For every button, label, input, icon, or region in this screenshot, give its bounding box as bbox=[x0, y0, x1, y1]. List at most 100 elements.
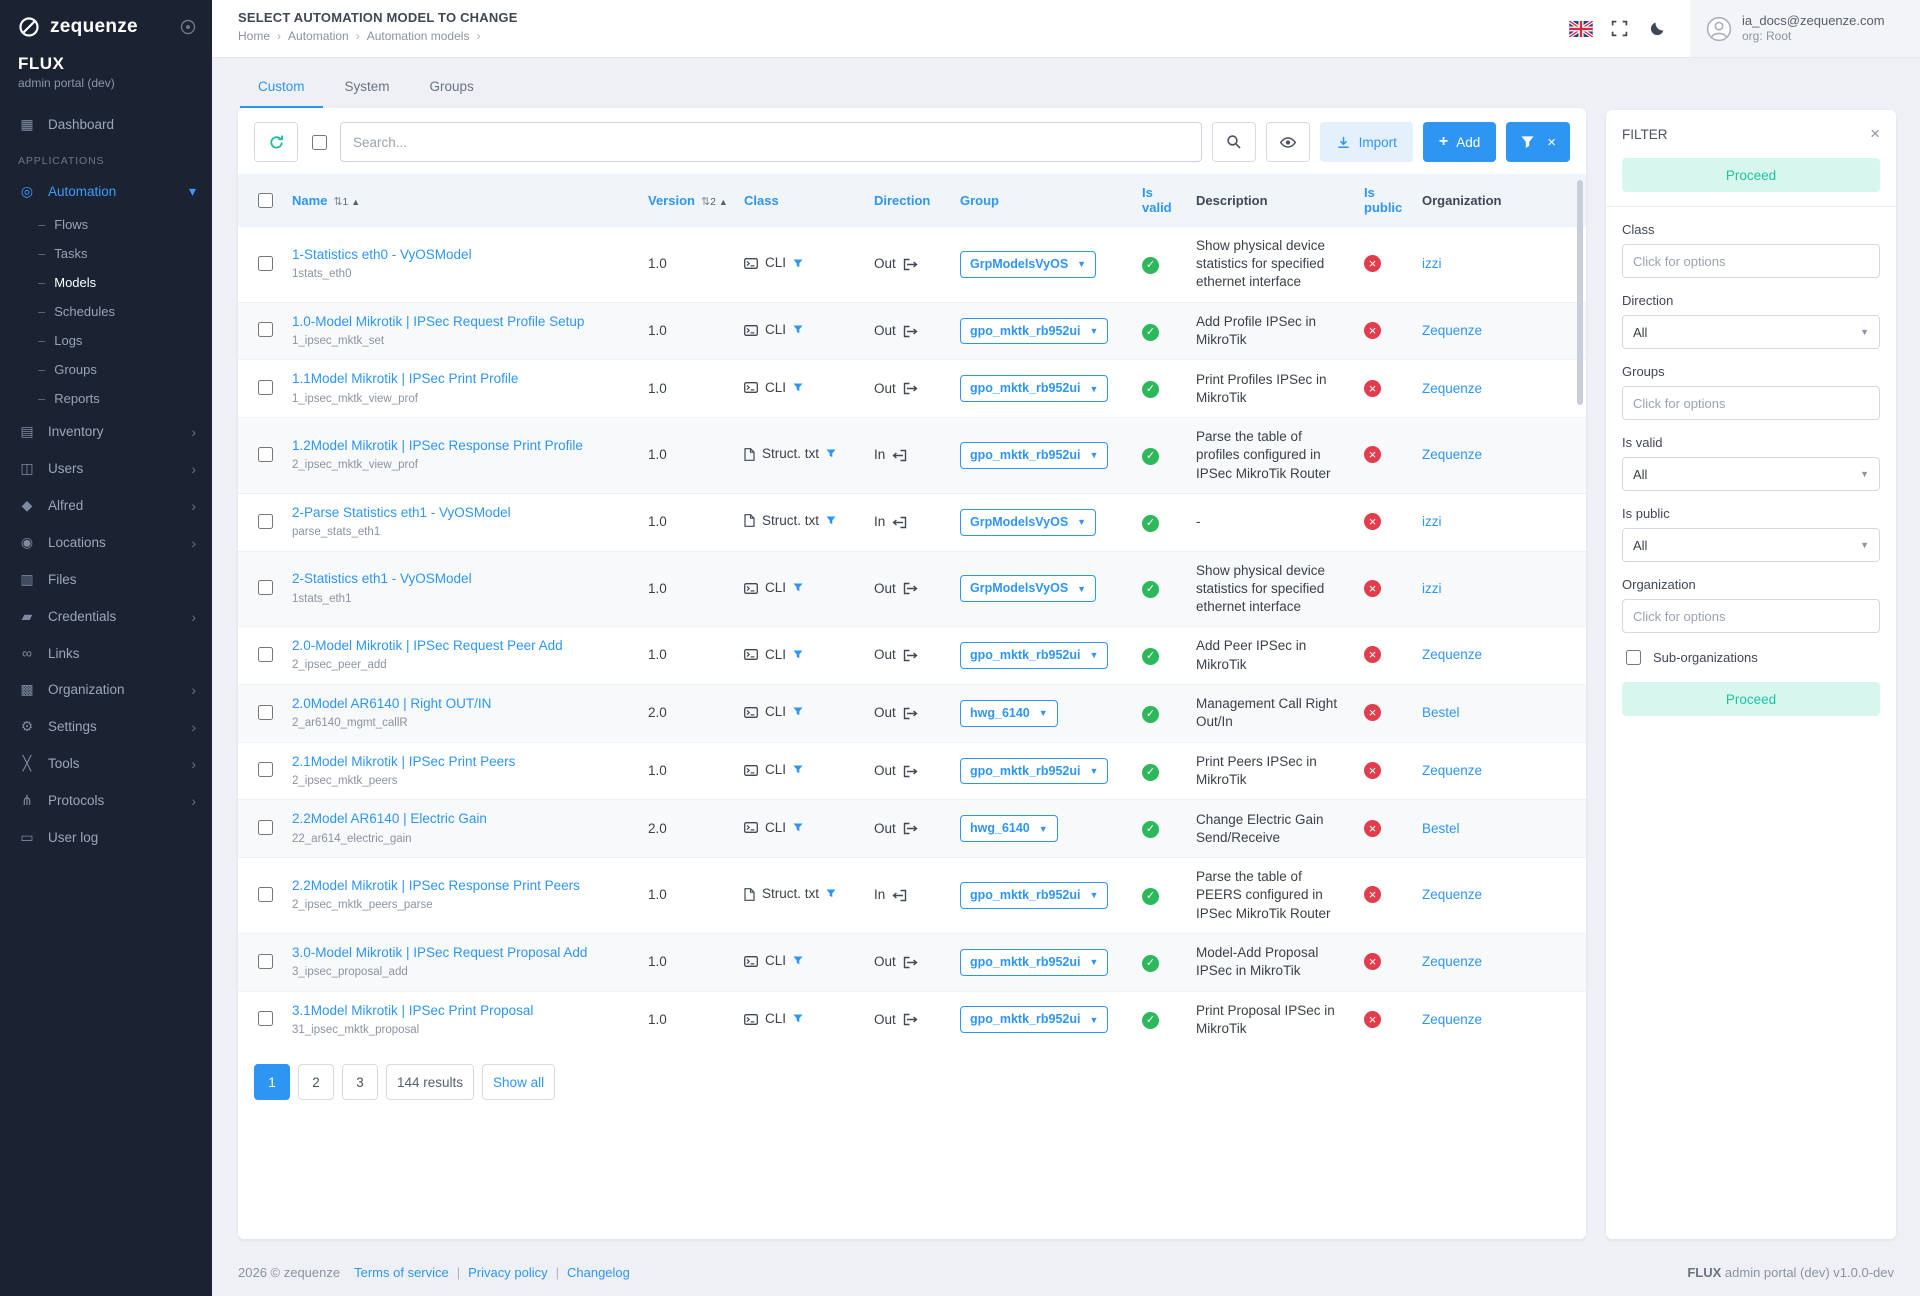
sidebar-item[interactable]: ▰ Credentials › bbox=[0, 598, 212, 635]
group-badge[interactable]: gpo_mktk_rb952ui▼ bbox=[960, 375, 1108, 402]
model-name-link[interactable]: 2.2Model Mikrotik | IPSec Response Print… bbox=[292, 877, 580, 895]
footer-link[interactable]: Terms of service bbox=[354, 1265, 468, 1280]
class-filter-funnel-icon[interactable] bbox=[793, 1014, 803, 1024]
column-is-public[interactable]: Is public bbox=[1356, 174, 1414, 227]
row-checkbox[interactable] bbox=[258, 887, 273, 902]
column-group[interactable]: Group bbox=[952, 174, 1134, 227]
sidebar-item[interactable]: ⋔ Protocols › bbox=[0, 782, 212, 819]
sidebar-item[interactable]: ▭ User log bbox=[0, 819, 212, 856]
scrollbar[interactable] bbox=[1577, 180, 1583, 405]
sidebar-collapse-icon[interactable] bbox=[180, 19, 196, 35]
sidebar-item[interactable]: ⚙ Settings › bbox=[0, 708, 212, 745]
column-version[interactable]: Version⇅2 ▲ bbox=[640, 174, 736, 227]
column-name[interactable]: Name⇅1 ▲ bbox=[284, 174, 640, 227]
row-checkbox[interactable] bbox=[258, 380, 273, 395]
row-checkbox[interactable] bbox=[258, 447, 273, 462]
organization-link[interactable]: Zequenze bbox=[1422, 381, 1482, 396]
row-checkbox[interactable] bbox=[258, 580, 273, 595]
model-name-link[interactable]: 2.0Model AR6140 | Right OUT/IN bbox=[292, 695, 491, 713]
model-name-link[interactable]: 1.2Model Mikrotik | IPSec Response Print… bbox=[292, 437, 583, 455]
class-filter-funnel-icon[interactable] bbox=[793, 383, 803, 393]
add-button[interactable]: + Add bbox=[1423, 122, 1496, 162]
organization-link[interactable]: Zequenze bbox=[1422, 647, 1482, 662]
sidebar-item[interactable]: ◫ Users › bbox=[0, 450, 212, 487]
model-name-link[interactable]: 3.1Model Mikrotik | IPSec Print Proposal bbox=[292, 1002, 533, 1020]
model-name-link[interactable]: 2.2Model AR6140 | Electric Gain bbox=[292, 810, 487, 828]
model-name-link[interactable]: 2.0-Model Mikrotik | IPSec Request Peer … bbox=[292, 637, 563, 655]
column-class[interactable]: Class bbox=[736, 174, 866, 227]
sidebar-item[interactable]: ▩ Organization › bbox=[0, 671, 212, 708]
model-name-link[interactable]: 1.0-Model Mikrotik | IPSec Request Profi… bbox=[292, 313, 584, 331]
sidebar-item[interactable]: ▥ Files bbox=[0, 561, 212, 598]
organization-link[interactable]: Zequenze bbox=[1422, 323, 1482, 338]
group-badge[interactable]: gpo_mktk_rb952ui▼ bbox=[960, 642, 1108, 669]
sidebar-item[interactable]: ◉ Locations › bbox=[0, 524, 212, 561]
footer-link[interactable]: Changelog bbox=[567, 1265, 630, 1280]
row-checkbox[interactable] bbox=[258, 1011, 273, 1026]
select-all-checkbox[interactable] bbox=[312, 135, 327, 150]
sidebar-item[interactable]: ∞ Links bbox=[0, 635, 212, 671]
class-filter-funnel-icon[interactable] bbox=[793, 325, 803, 335]
row-checkbox[interactable] bbox=[258, 322, 273, 337]
column-direction[interactable]: Direction bbox=[866, 174, 952, 227]
sidebar-subitem[interactable]: Flows bbox=[0, 210, 212, 239]
organization-link[interactable]: Zequenze bbox=[1422, 763, 1482, 778]
column-is-valid[interactable]: Is valid bbox=[1134, 174, 1188, 227]
organization-link[interactable]: izzi bbox=[1422, 514, 1442, 529]
class-filter-funnel-icon[interactable] bbox=[793, 956, 803, 966]
search-button[interactable] bbox=[1212, 122, 1256, 162]
sidebar-item-dashboard[interactable]: ▦ Dashboard bbox=[0, 106, 212, 143]
group-badge[interactable]: gpo_mktk_rb952ui▼ bbox=[960, 949, 1108, 976]
row-checkbox[interactable] bbox=[258, 954, 273, 969]
filter-select[interactable]: All ▼ bbox=[1622, 457, 1880, 491]
proceed-button-top[interactable]: Proceed bbox=[1622, 158, 1880, 192]
group-badge[interactable]: gpo_mktk_rb952ui▼ bbox=[960, 758, 1108, 785]
language-flag-icon[interactable] bbox=[1562, 10, 1600, 48]
group-badge[interactable]: gpo_mktk_rb952ui▼ bbox=[960, 318, 1108, 345]
organization-link[interactable]: Zequenze bbox=[1422, 447, 1482, 462]
breadcrumb-item[interactable]: Automation models bbox=[367, 29, 488, 43]
class-filter-funnel-icon[interactable] bbox=[793, 823, 803, 833]
group-badge[interactable]: gpo_mktk_rb952ui▼ bbox=[960, 1006, 1108, 1033]
organization-link[interactable]: izzi bbox=[1422, 581, 1442, 596]
dark-mode-moon-icon[interactable] bbox=[1638, 10, 1676, 48]
group-badge[interactable]: gpo_mktk_rb952ui▼ bbox=[960, 442, 1108, 469]
sidebar-item[interactable]: ╳ Tools › bbox=[0, 745, 212, 782]
page-button[interactable]: 1 bbox=[254, 1064, 290, 1100]
class-filter-funnel-icon[interactable] bbox=[793, 259, 803, 269]
model-name-link[interactable]: 2-Statistics eth1 - VyOSModel bbox=[292, 570, 472, 588]
class-filter-funnel-icon[interactable] bbox=[793, 765, 803, 775]
tab[interactable]: Groups bbox=[412, 68, 492, 108]
organization-link[interactable]: Bestel bbox=[1422, 821, 1460, 836]
group-badge[interactable]: GrpModelsVyOS▼ bbox=[960, 251, 1096, 278]
model-name-link[interactable]: 2-Parse Statistics eth1 - VyOSModel bbox=[292, 504, 511, 522]
sidebar-subitem[interactable]: Schedules bbox=[0, 297, 212, 326]
filter-options-input[interactable] bbox=[1622, 244, 1880, 278]
refresh-button[interactable] bbox=[254, 122, 298, 162]
page-button[interactable]: 3 bbox=[342, 1064, 378, 1100]
class-filter-funnel-icon[interactable] bbox=[826, 889, 836, 899]
row-checkbox[interactable] bbox=[258, 762, 273, 777]
filter-toggle-button[interactable]: × bbox=[1506, 122, 1570, 162]
sidebar-subitem[interactable]: Logs bbox=[0, 326, 212, 355]
search-input[interactable] bbox=[340, 122, 1202, 162]
sidebar-subitem[interactable]: Groups bbox=[0, 355, 212, 384]
filter-options-input[interactable] bbox=[1622, 599, 1880, 633]
group-badge[interactable]: gpo_mktk_rb952ui▼ bbox=[960, 882, 1108, 909]
import-button[interactable]: Import bbox=[1320, 122, 1413, 162]
row-checkbox[interactable] bbox=[258, 820, 273, 835]
row-checkbox[interactable] bbox=[258, 647, 273, 662]
row-checkbox[interactable] bbox=[258, 256, 273, 271]
sidebar-subitem[interactable]: Models bbox=[0, 268, 212, 297]
sub-organizations-checkbox[interactable] bbox=[1626, 650, 1641, 665]
class-filter-funnel-icon[interactable] bbox=[826, 449, 836, 459]
group-badge[interactable]: hwg_6140▼ bbox=[960, 700, 1058, 727]
show-all-button[interactable]: Show all bbox=[482, 1064, 555, 1100]
row-checkbox[interactable] bbox=[258, 514, 273, 529]
class-filter-funnel-icon[interactable] bbox=[793, 650, 803, 660]
breadcrumb-item[interactable]: Home bbox=[238, 29, 288, 43]
model-name-link[interactable]: 1-Statistics eth0 - VyOSModel bbox=[292, 246, 472, 264]
close-icon[interactable]: × bbox=[1870, 124, 1880, 144]
filter-select[interactable]: All ▼ bbox=[1622, 528, 1880, 562]
model-name-link[interactable]: 3.0-Model Mikrotik | IPSec Request Propo… bbox=[292, 944, 587, 962]
